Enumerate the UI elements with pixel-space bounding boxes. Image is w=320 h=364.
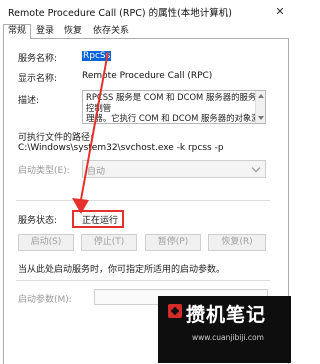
exe-path-label: 可执行文件的路径: xyxy=(18,133,94,143)
description-label: 描述: xyxy=(18,96,40,106)
description-textbox[interactable]: RPCSS 服务是 COM 和 DCOM 服务器的服务控制管 理器。它执行 CO… xyxy=(82,90,266,124)
description-text: RPCSS 服务是 COM 和 DCOM 服务器的服务控制管 理器。它执行 CO… xyxy=(86,92,260,123)
service-name-label: 服务名称: xyxy=(18,54,58,64)
tab-recovery[interactable]: 恢复 xyxy=(61,25,85,38)
scroll-up-icon[interactable] xyxy=(258,94,264,98)
resume-button[interactable]: 恢复(R) xyxy=(208,234,266,251)
close-icon: ✕ xyxy=(275,4,285,18)
watermark-url: www.cuanjibiji.com xyxy=(192,333,264,342)
scroll-down-icon[interactable] xyxy=(258,116,264,120)
service-status-value: 正在运行 xyxy=(82,216,119,226)
chevron-down-icon xyxy=(251,163,261,173)
start-params-label: 启动参数(M): xyxy=(18,295,72,305)
service-name-text: RpcSs xyxy=(82,51,112,61)
startup-type-value: 自动 xyxy=(87,167,106,177)
startup-type-label: 启动类型(E): xyxy=(18,166,70,176)
stop-button[interactable]: 停止(T) xyxy=(81,234,137,251)
exe-path-value[interactable]: C:\Windows\system32\svchost.exe -k rpcss… xyxy=(18,143,224,153)
tab-general[interactable]: 常规 xyxy=(3,24,31,39)
display-name-label: 显示名称: xyxy=(18,74,58,84)
title-bar: Remote Procedure Call (RPC) 的属性(本地计算机) ✕ xyxy=(0,0,291,22)
close-button[interactable]: ✕ xyxy=(269,0,291,22)
service-name-value[interactable]: RpcSs xyxy=(82,51,112,61)
divider-bottom xyxy=(16,280,270,281)
display-name-value[interactable]: Remote Procedure Call (RPC) xyxy=(82,71,212,81)
description-scrollbar[interactable] xyxy=(255,91,265,123)
divider-top xyxy=(16,200,270,201)
start-params-hint: 当从此处启动服务时，你可指定所适用的启动参数。 xyxy=(18,265,226,275)
start-button[interactable]: 启动(S) xyxy=(18,234,74,251)
startup-type-select[interactable]: 自动 xyxy=(82,160,266,178)
service-status-label: 服务状态: xyxy=(18,216,58,226)
watermark-logo: 攒机笔记 www.cuanjibiji.com xyxy=(158,296,291,363)
status-highlight-box: 正在运行 xyxy=(72,210,124,228)
tab-logon[interactable]: 登录 xyxy=(33,25,57,38)
service-properties-dialog: Remote Procedure Call (RPC) 的属性(本地计算机) ✕… xyxy=(0,0,291,364)
window-title: Remote Procedure Call (RPC) 的属性(本地计算机) xyxy=(8,8,232,19)
watermark-title: 攒机笔记 xyxy=(186,304,267,326)
tab-dependencies[interactable]: 依存关系 xyxy=(89,25,133,38)
pause-button[interactable]: 暂停(P) xyxy=(145,234,201,251)
